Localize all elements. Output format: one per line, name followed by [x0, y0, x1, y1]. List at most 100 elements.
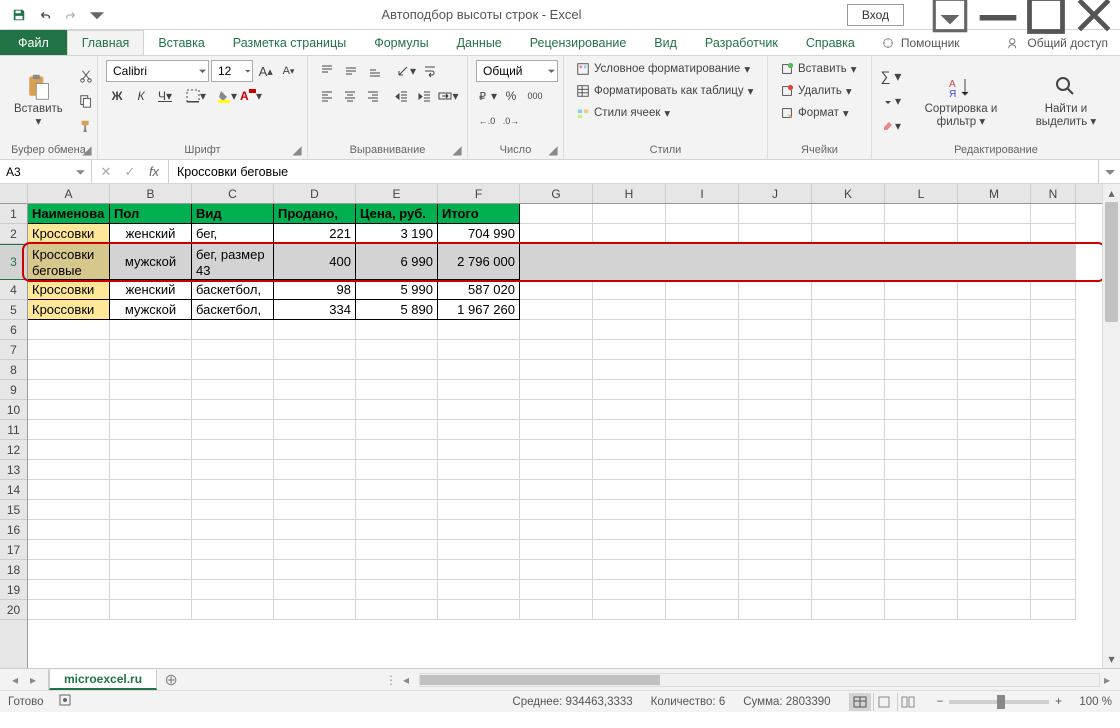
undo-icon[interactable] — [34, 4, 56, 26]
formula-input[interactable] — [169, 160, 1098, 183]
cell[interactable] — [356, 460, 438, 480]
cell[interactable] — [520, 480, 593, 500]
cell[interactable] — [812, 244, 885, 280]
cell[interactable] — [192, 500, 274, 520]
hscroll-track[interactable] — [419, 673, 1100, 687]
cell[interactable]: Итого — [438, 204, 520, 224]
row-header[interactable]: 3 — [0, 244, 27, 280]
view-page-layout-icon[interactable] — [873, 693, 895, 711]
cell[interactable] — [958, 360, 1031, 380]
cell[interactable] — [812, 204, 885, 224]
cell[interactable]: бег, размер 43 — [192, 244, 274, 280]
fill-icon[interactable]: ▾ — [880, 90, 902, 112]
sheet-tab[interactable]: microexcel.ru — [49, 670, 157, 690]
cell[interactable] — [356, 480, 438, 500]
cell[interactable] — [438, 500, 520, 520]
cell[interactable]: Кроссовки — [28, 280, 110, 300]
cell[interactable] — [356, 320, 438, 340]
cell[interactable] — [1031, 580, 1076, 600]
cell[interactable] — [885, 280, 958, 300]
underline-button[interactable]: Ч ▾ — [154, 85, 176, 107]
cell[interactable] — [812, 400, 885, 420]
row-header[interactable]: 7 — [0, 340, 27, 360]
share-button[interactable]: Общий доступ — [995, 30, 1120, 55]
cell[interactable] — [958, 480, 1031, 500]
cell[interactable] — [110, 540, 192, 560]
cell[interactable] — [274, 500, 356, 520]
cell[interactable] — [812, 420, 885, 440]
cell[interactable] — [958, 600, 1031, 620]
cell[interactable] — [438, 520, 520, 540]
zoom-thumb[interactable] — [997, 695, 1005, 709]
cell[interactable] — [885, 520, 958, 540]
cell[interactable] — [520, 380, 593, 400]
cell[interactable] — [438, 380, 520, 400]
cell[interactable] — [593, 580, 666, 600]
cell[interactable] — [28, 320, 110, 340]
clear-icon[interactable]: ▾ — [880, 115, 902, 137]
row-header[interactable]: 20 — [0, 600, 27, 620]
cell[interactable] — [666, 400, 739, 420]
cell[interactable] — [885, 560, 958, 580]
align-top-icon[interactable] — [316, 60, 338, 82]
view-page-break-icon[interactable] — [897, 693, 919, 711]
cell[interactable] — [593, 440, 666, 460]
orientation-icon[interactable]: ▾ — [395, 60, 417, 82]
cell[interactable] — [666, 420, 739, 440]
ribbon-options-icon[interactable] — [928, 1, 972, 29]
cell[interactable] — [110, 380, 192, 400]
cell[interactable] — [356, 400, 438, 420]
cell[interactable] — [812, 300, 885, 320]
cell[interactable] — [192, 540, 274, 560]
merge-icon[interactable]: ▾ — [438, 85, 459, 107]
cell[interactable] — [1031, 204, 1076, 224]
cell[interactable] — [812, 380, 885, 400]
cell[interactable] — [438, 320, 520, 340]
cell[interactable] — [110, 440, 192, 460]
cell[interactable] — [739, 500, 812, 520]
hscroll-left-icon[interactable]: ◂ — [403, 673, 419, 687]
format-cells-button[interactable]: Формат ▾ — [776, 104, 863, 122]
hscroll-right-icon[interactable]: ▸ — [1104, 673, 1120, 687]
cell[interactable] — [520, 340, 593, 360]
cell[interactable] — [958, 300, 1031, 320]
minimize-button[interactable] — [976, 1, 1020, 29]
cell[interactable] — [1031, 480, 1076, 500]
cell[interactable] — [958, 520, 1031, 540]
cell[interactable] — [520, 580, 593, 600]
cell[interactable] — [356, 580, 438, 600]
cell[interactable] — [192, 380, 274, 400]
cell[interactable] — [1031, 500, 1076, 520]
cell[interactable] — [1031, 280, 1076, 300]
cell[interactable] — [666, 300, 739, 320]
cell[interactable] — [274, 360, 356, 380]
cell[interactable]: 98 — [274, 280, 356, 300]
cell[interactable] — [520, 600, 593, 620]
cell[interactable] — [356, 540, 438, 560]
cell[interactable] — [438, 580, 520, 600]
cell[interactable] — [885, 340, 958, 360]
cell[interactable] — [739, 460, 812, 480]
cell[interactable] — [1031, 600, 1076, 620]
cell[interactable]: 334 — [274, 300, 356, 320]
cell[interactable] — [739, 380, 812, 400]
vscroll-thumb[interactable] — [1105, 202, 1118, 322]
row-header[interactable]: 4 — [0, 280, 27, 300]
align-bottom-icon[interactable] — [364, 60, 386, 82]
cell[interactable] — [1031, 520, 1076, 540]
close-button[interactable] — [1072, 1, 1116, 29]
cell[interactable] — [520, 300, 593, 320]
qat-customize-icon[interactable] — [86, 4, 108, 26]
cell[interactable] — [1031, 300, 1076, 320]
tab-formulas[interactable]: Формулы — [360, 30, 442, 55]
cell[interactable] — [666, 224, 739, 244]
cell[interactable] — [885, 580, 958, 600]
cell[interactable] — [1031, 400, 1076, 420]
col-header[interactable]: B — [110, 184, 192, 203]
cell[interactable] — [356, 600, 438, 620]
cell[interactable] — [274, 340, 356, 360]
increase-font-icon[interactable]: A▴ — [255, 60, 276, 82]
cell[interactable] — [666, 580, 739, 600]
cell[interactable]: Пол — [110, 204, 192, 224]
cell[interactable] — [593, 540, 666, 560]
